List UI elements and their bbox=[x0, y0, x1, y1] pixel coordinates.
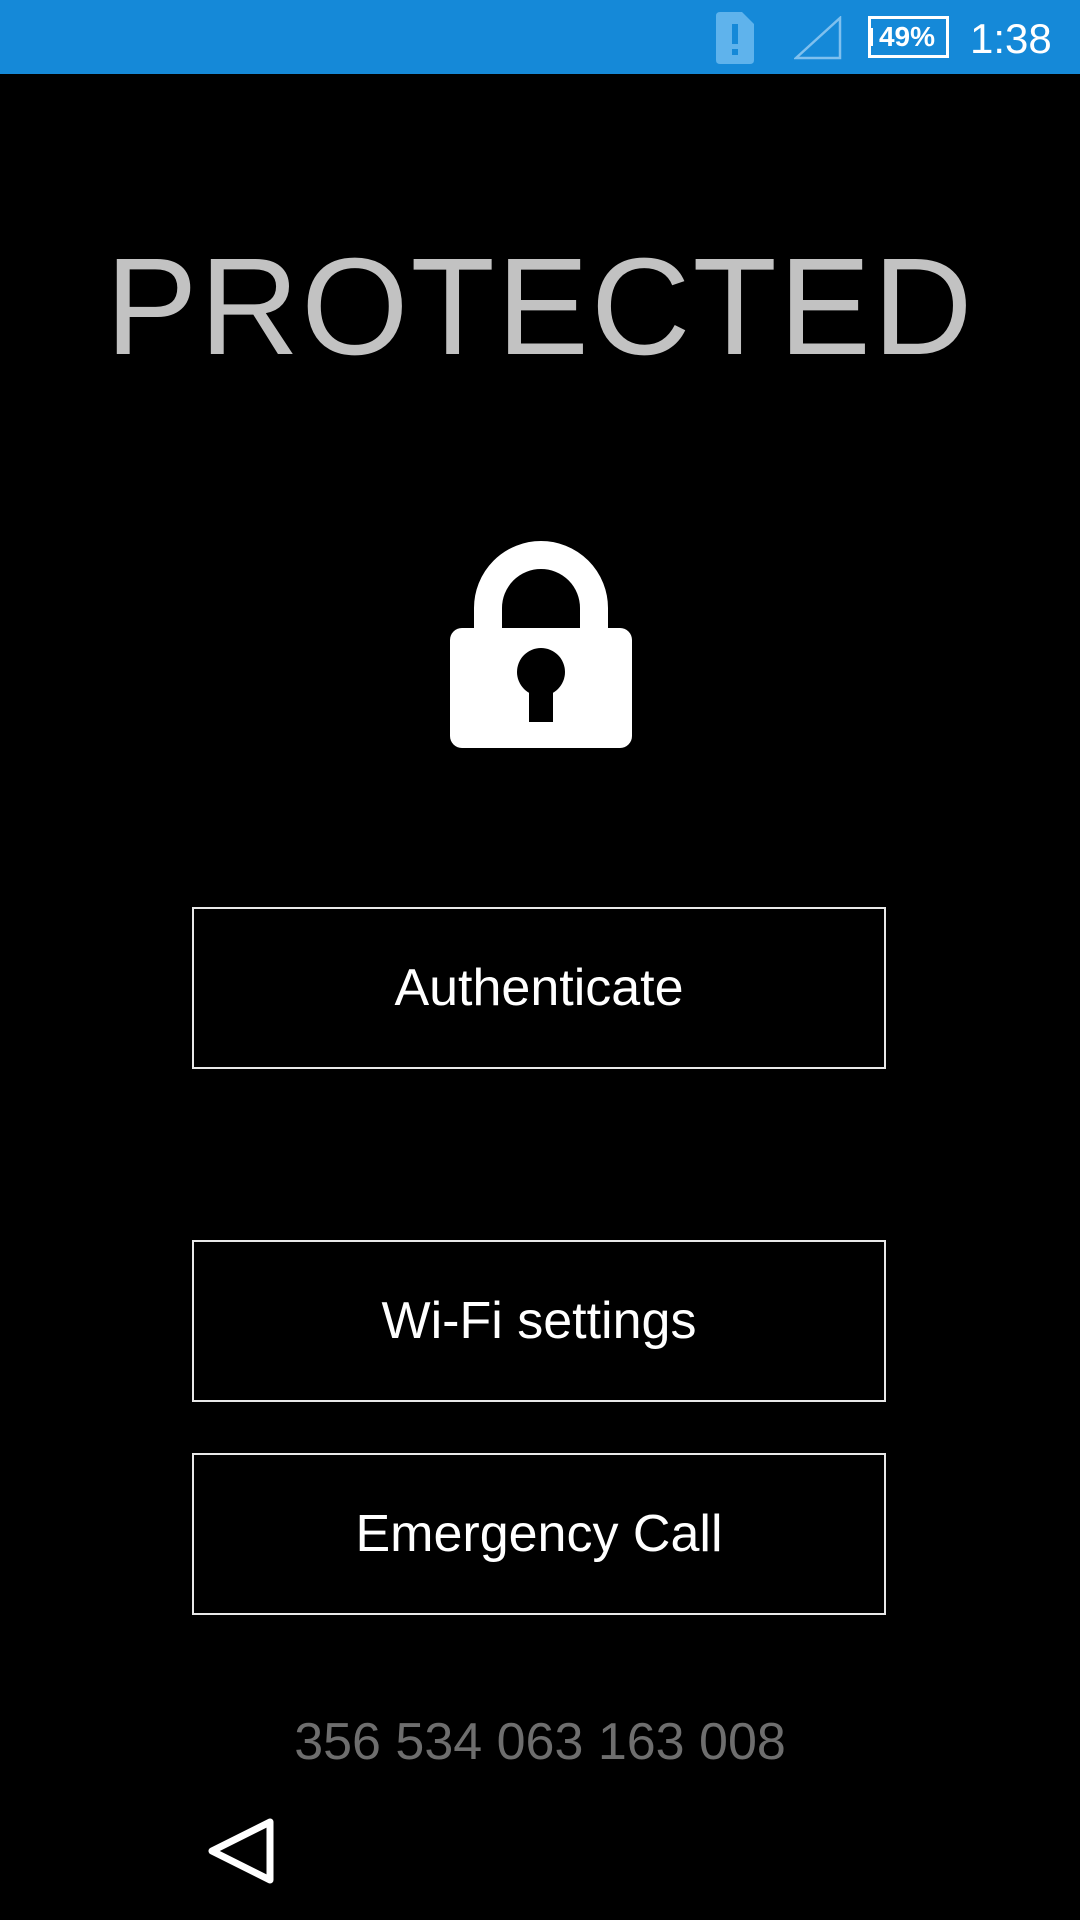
battery-icon: 49% bbox=[868, 16, 952, 58]
device-id: 356 534 063 163 008 bbox=[294, 1713, 786, 1771]
status-bar: 49% 1:38 bbox=[0, 0, 1080, 74]
sim-alert-icon bbox=[716, 12, 754, 64]
back-triangle-icon[interactable] bbox=[206, 1818, 280, 1884]
signal-icon bbox=[794, 16, 842, 60]
emergency-call-button[interactable]: Emergency Call bbox=[192, 1453, 886, 1615]
authenticate-button[interactable]: Authenticate bbox=[192, 907, 886, 1069]
lock-icon bbox=[450, 541, 632, 748]
wifi-settings-button[interactable]: Wi-Fi settings bbox=[192, 1240, 886, 1402]
lock-screen: 49% 1:38 PROTECTED Authenticate Wi-Fi se… bbox=[0, 0, 1080, 1920]
status-clock: 1:38 bbox=[970, 15, 1052, 62]
page-title: PROTECTED bbox=[105, 230, 975, 384]
battery-percentage: 49% bbox=[878, 21, 936, 52]
